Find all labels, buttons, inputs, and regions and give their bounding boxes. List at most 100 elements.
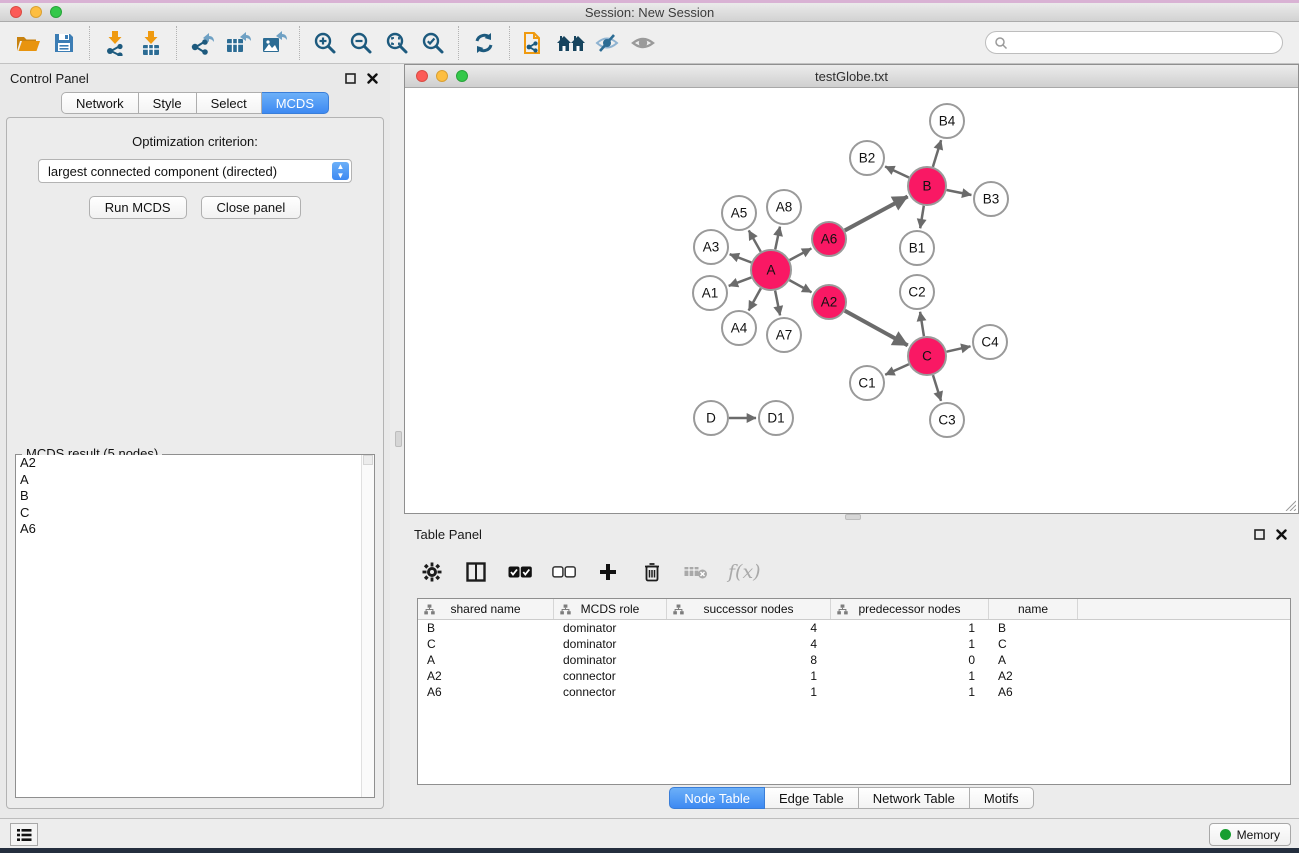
edge-A-A4[interactable] bbox=[749, 288, 761, 310]
result-item[interactable]: A6 bbox=[16, 521, 374, 538]
float-panel-icon[interactable] bbox=[1251, 526, 1267, 542]
cell-MCDS-role[interactable]: connector bbox=[554, 685, 667, 699]
edge-C-C3[interactable] bbox=[933, 375, 941, 401]
tab-mcds[interactable]: MCDS bbox=[262, 92, 329, 114]
edge-C-C2[interactable] bbox=[920, 312, 924, 336]
result-item[interactable]: A2 bbox=[16, 455, 374, 472]
network-window-titlebar[interactable]: testGlobe.txt bbox=[405, 65, 1298, 88]
edge-B-B2[interactable] bbox=[885, 166, 909, 177]
table-body[interactable]: Bdominator41BCdominator41CAdominator80AA… bbox=[418, 620, 1290, 700]
close-panel-icon[interactable] bbox=[364, 70, 380, 86]
float-panel-icon[interactable] bbox=[342, 70, 358, 86]
edge-C-C4[interactable] bbox=[947, 346, 971, 351]
zoom-in-button[interactable] bbox=[307, 26, 343, 60]
table-row[interactable]: Bdominator41B bbox=[418, 620, 1290, 636]
tab-style[interactable]: Style bbox=[139, 92, 197, 114]
cell-successor-nodes[interactable]: 4 bbox=[667, 621, 831, 635]
cell-successor-nodes[interactable]: 1 bbox=[667, 669, 831, 683]
cell-name[interactable]: B bbox=[989, 621, 1078, 635]
result-item[interactable]: C bbox=[16, 505, 374, 522]
cell-MCDS-role[interactable]: dominator bbox=[554, 621, 667, 635]
edge-A-A1[interactable] bbox=[729, 277, 752, 286]
delete-table-button[interactable] bbox=[684, 560, 708, 584]
cell-shared-name[interactable]: C bbox=[418, 637, 554, 651]
edge-A-A5[interactable] bbox=[749, 230, 761, 251]
column-header-successor-nodes[interactable]: successor nodes bbox=[667, 599, 831, 619]
edge-B-B3[interactable] bbox=[947, 190, 972, 195]
close-panel-icon[interactable] bbox=[1273, 526, 1289, 542]
cell-name[interactable]: A bbox=[989, 653, 1078, 667]
select-all-button[interactable] bbox=[508, 560, 532, 584]
cell-MCDS-role[interactable]: dominator bbox=[554, 653, 667, 667]
tab-node-table[interactable]: Node Table bbox=[669, 787, 765, 809]
save-session-button[interactable] bbox=[46, 26, 82, 60]
table-row[interactable]: Cdominator41C bbox=[418, 636, 1290, 652]
tab-network[interactable]: Network bbox=[61, 92, 139, 114]
table-row[interactable]: Adominator80A bbox=[418, 652, 1290, 668]
cell-successor-nodes[interactable]: 8 bbox=[667, 653, 831, 667]
refresh-button[interactable] bbox=[466, 26, 502, 60]
zoom-fit-button[interactable] bbox=[379, 26, 415, 60]
cell-shared-name[interactable]: A2 bbox=[418, 669, 554, 683]
cell-shared-name[interactable]: A6 bbox=[418, 685, 554, 699]
criterion-select[interactable]: largest connected component (directed) ▲… bbox=[38, 159, 352, 183]
edge-A-A6[interactable] bbox=[790, 248, 812, 260]
export-network-button[interactable] bbox=[184, 26, 220, 60]
tab-motifs[interactable]: Motifs bbox=[970, 787, 1034, 809]
edge-B-B1[interactable] bbox=[920, 206, 924, 229]
zoom-selected-button[interactable] bbox=[415, 26, 451, 60]
column-header-MCDS-role[interactable]: MCDS role bbox=[554, 599, 667, 619]
cell-predecessor-nodes[interactable]: 0 bbox=[831, 653, 989, 667]
cell-name[interactable]: C bbox=[989, 637, 1078, 651]
cell-MCDS-role[interactable]: connector bbox=[554, 669, 667, 683]
search-input[interactable] bbox=[1008, 36, 1274, 50]
cell-predecessor-nodes[interactable]: 1 bbox=[831, 621, 989, 635]
delete-column-button[interactable] bbox=[640, 560, 664, 584]
cell-successor-nodes[interactable]: 1 bbox=[667, 685, 831, 699]
column-header-name[interactable]: name bbox=[989, 599, 1078, 619]
result-item[interactable]: A bbox=[16, 472, 374, 489]
run-mcds-button[interactable]: Run MCDS bbox=[89, 196, 187, 219]
network-canvas[interactable]: AA1A3A4A5A7A8A6A2BB1B2B3B4CC1C2C3C4DD1 bbox=[405, 88, 1298, 513]
cell-name[interactable]: A6 bbox=[989, 685, 1078, 699]
import-table-button[interactable] bbox=[133, 26, 169, 60]
column-header-predecessor-nodes[interactable]: predecessor nodes bbox=[831, 599, 989, 619]
mcds-result-list[interactable]: A2ABCA6 bbox=[16, 455, 374, 797]
result-item[interactable]: B bbox=[16, 488, 374, 505]
show-column-panel-button[interactable] bbox=[464, 560, 488, 584]
export-image-button[interactable] bbox=[256, 26, 292, 60]
cell-successor-nodes[interactable]: 4 bbox=[667, 637, 831, 651]
result-scrollbar[interactable] bbox=[361, 455, 374, 797]
function-builder-button[interactable]: f(x) bbox=[728, 561, 761, 583]
new-network-from-selection-button[interactable] bbox=[517, 26, 553, 60]
edge-B-B4[interactable] bbox=[933, 140, 941, 167]
close-panel-button[interactable]: Close panel bbox=[201, 196, 302, 219]
resize-grip-icon[interactable] bbox=[1284, 499, 1296, 511]
deselect-all-button[interactable] bbox=[552, 560, 576, 584]
show-all-button[interactable] bbox=[625, 26, 661, 60]
create-column-button[interactable] bbox=[596, 560, 620, 584]
edge-A-A8[interactable] bbox=[775, 227, 780, 250]
task-history-button[interactable] bbox=[10, 823, 38, 846]
edge-A6-B[interactable] bbox=[845, 196, 908, 230]
edge-A2-C[interactable] bbox=[845, 311, 908, 346]
export-table-button[interactable] bbox=[220, 26, 256, 60]
edge-A-A7[interactable] bbox=[775, 291, 780, 316]
table-settings-button[interactable] bbox=[420, 560, 444, 584]
table-row[interactable]: A6connector11A6 bbox=[418, 684, 1290, 700]
tab-select[interactable]: Select bbox=[197, 92, 262, 114]
import-network-button[interactable] bbox=[97, 26, 133, 60]
column-header-shared-name[interactable]: shared name bbox=[418, 599, 554, 619]
cell-MCDS-role[interactable]: dominator bbox=[554, 637, 667, 651]
edge-C-C1[interactable] bbox=[885, 364, 909, 375]
hide-selected-button[interactable] bbox=[589, 26, 625, 60]
table-row[interactable]: A2connector11A2 bbox=[418, 668, 1290, 684]
edge-A-A2[interactable] bbox=[789, 280, 811, 292]
vertical-splitter-grip[interactable] bbox=[395, 431, 402, 447]
cell-predecessor-nodes[interactable]: 1 bbox=[831, 669, 989, 683]
memory-button[interactable]: Memory bbox=[1209, 823, 1291, 846]
cell-shared-name[interactable]: B bbox=[418, 621, 554, 635]
cell-shared-name[interactable]: A bbox=[418, 653, 554, 667]
tab-network-table[interactable]: Network Table bbox=[859, 787, 970, 809]
tab-edge-table[interactable]: Edge Table bbox=[765, 787, 859, 809]
